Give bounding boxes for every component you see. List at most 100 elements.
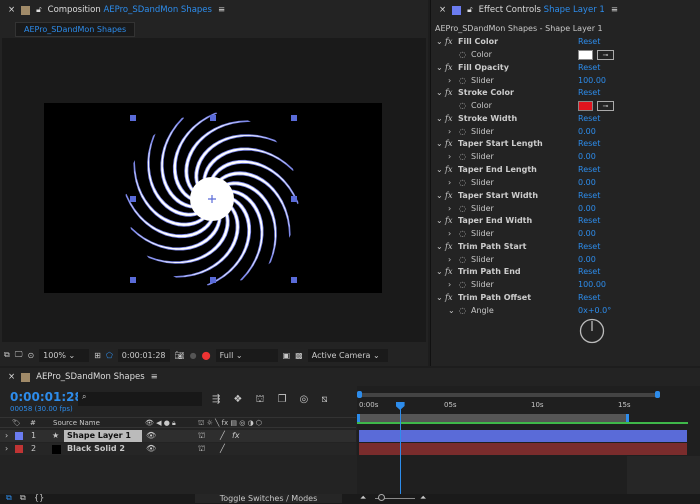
- navigator-start-handle[interactable]: [357, 391, 362, 398]
- layer-name[interactable]: Black Solid 2: [64, 443, 142, 455]
- monitor-icon[interactable]: 🖵︎: [15, 350, 23, 360]
- timeline-tab[interactable]: AEPro_SDandMon Shapes: [36, 372, 145, 382]
- snapshot-icon[interactable]: 📷︎: [175, 351, 185, 360]
- stopwatch-icon[interactable]: ◌: [459, 75, 466, 87]
- fx-icon[interactable]: fx: [445, 292, 452, 304]
- close-icon[interactable]: ×: [8, 5, 15, 15]
- layer-row[interactable]: › 1 ★ Shape Layer 1 👁︎ ⛫ ╱ fx: [0, 430, 356, 442]
- fx-icon[interactable]: fx: [445, 36, 452, 48]
- expand-chevron-icon[interactable]: ⌄: [436, 113, 443, 125]
- visibility-eye-icon[interactable]: 👁︎: [146, 443, 156, 455]
- reset-link[interactable]: Reset: [578, 266, 600, 278]
- stopwatch-icon[interactable]: ◌: [459, 177, 466, 189]
- fx-icon[interactable]: fx: [445, 62, 452, 74]
- quality-switch-icon[interactable]: ╱: [220, 430, 225, 442]
- property-value[interactable]: 0.00: [578, 151, 596, 163]
- composition-flowchart-icon[interactable]: ⇶: [212, 394, 220, 407]
- transform-handle[interactable]: [130, 196, 136, 202]
- stopwatch-icon[interactable]: ◌: [459, 49, 466, 61]
- stopwatch-icon[interactable]: ◌: [459, 305, 466, 317]
- transform-handle[interactable]: [291, 277, 297, 283]
- expand-chevron-icon[interactable]: ⌄: [436, 241, 443, 253]
- close-icon[interactable]: ×: [8, 372, 15, 382]
- close-icon[interactable]: ×: [439, 5, 446, 15]
- expand-chevron-icon[interactable]: ›: [448, 279, 451, 291]
- expand-chevron-icon[interactable]: ›: [448, 75, 451, 87]
- search-input[interactable]: ⌕: [78, 392, 202, 406]
- timecode-field[interactable]: 0:00:01:28: [117, 348, 170, 362]
- reset-link[interactable]: Reset: [578, 36, 600, 48]
- property-value[interactable]: 0.00: [578, 126, 596, 138]
- zoom-select[interactable]: 100% ⌄: [39, 348, 90, 362]
- expand-chevron-icon[interactable]: ›: [448, 126, 451, 138]
- comp-tab[interactable]: AEPro_SDandMon Shapes: [15, 22, 136, 37]
- expand-chevron-icon[interactable]: ⌄: [436, 190, 443, 202]
- menu-icon[interactable]: ≡: [218, 5, 225, 15]
- layer-bar-black-solid-2[interactable]: [359, 443, 687, 455]
- angle-dial[interactable]: [579, 318, 605, 344]
- zoom-in-icon[interactable]: ⏶: [420, 493, 426, 503]
- expand-chevron-icon[interactable]: ›: [5, 430, 8, 442]
- reset-link[interactable]: Reset: [578, 292, 600, 304]
- spiral-shape[interactable]: [44, 103, 382, 293]
- transform-handle[interactable]: [130, 115, 136, 121]
- camera-select[interactable]: Active Camera ⌄: [307, 348, 388, 362]
- property-value[interactable]: 0x+0.0°: [578, 305, 611, 317]
- layer-bar-shape-layer-1[interactable]: [359, 430, 687, 442]
- effect-fill-color[interactable]: ⌄ fx Fill Color Reset: [431, 36, 700, 48]
- region-of-interest-icon[interactable]: ▣: [283, 351, 291, 360]
- shy-icon[interactable]: ⛫: [255, 394, 264, 407]
- shy-switch-icon[interactable]: ⛫: [198, 430, 205, 442]
- shy-switch-icon[interactable]: ⛫: [198, 443, 205, 455]
- toggle-switches-modes[interactable]: Toggle Switches / Modes: [195, 494, 342, 503]
- transform-handle[interactable]: [291, 196, 297, 202]
- layer-label-color[interactable]: [15, 445, 23, 453]
- fx-icon[interactable]: fx: [445, 87, 452, 99]
- motion-blur-icon[interactable]: ◎: [300, 394, 309, 407]
- eyedropper-icon[interactable]: ⊸: [597, 101, 614, 112]
- fx-icon[interactable]: fx: [445, 164, 452, 176]
- zoom-slider-thumb[interactable]: [378, 494, 385, 501]
- show-snapshot-icon[interactable]: ●: [190, 351, 197, 360]
- color-swatch[interactable]: [578, 50, 593, 60]
- transform-handle[interactable]: [291, 115, 297, 121]
- expand-chevron-icon[interactable]: ⌄: [448, 305, 455, 317]
- effect-taper-end-width[interactable]: ⌄ fx Taper End Width Reset: [431, 215, 700, 227]
- work-area-bar[interactable]: [357, 414, 628, 422]
- layer-label-color[interactable]: [15, 432, 23, 440]
- transparency-grid-icon[interactable]: ▩: [295, 351, 303, 360]
- effect-taper-end-length[interactable]: ⌄ fx Taper End Length Reset: [431, 164, 700, 176]
- stopwatch-icon[interactable]: ◌: [459, 100, 466, 112]
- visibility-eye-icon[interactable]: 👁︎: [146, 430, 156, 442]
- effect-fill-opacity[interactable]: ⌄ fx Fill Opacity Reset: [431, 62, 700, 74]
- menu-icon[interactable]: ≡: [151, 372, 158, 382]
- expand-chevron-icon[interactable]: ⌄: [436, 292, 443, 304]
- lock-icon[interactable]: 🔓︎: [36, 5, 42, 15]
- effect-trim-path-offset[interactable]: ⌄ fx Trim Path Offset Reset: [431, 292, 700, 304]
- mask-visibility-icon[interactable]: ⬠: [106, 351, 113, 360]
- menu-icon[interactable]: ≡: [611, 5, 618, 15]
- stopwatch-icon[interactable]: ◌: [459, 151, 466, 163]
- vr-icon[interactable]: ⊙: [27, 351, 34, 360]
- effect-stroke-width[interactable]: ⌄ fx Stroke Width Reset: [431, 113, 700, 125]
- lock-icon[interactable]: 🔓︎: [467, 5, 473, 15]
- expand-chevron-icon[interactable]: ⌄: [436, 36, 443, 48]
- expand-chevron-icon[interactable]: ›: [448, 151, 451, 163]
- reset-link[interactable]: Reset: [578, 138, 600, 150]
- fx-icon[interactable]: fx: [445, 215, 452, 227]
- transform-handle[interactable]: [130, 277, 136, 283]
- effect-stroke-color[interactable]: ⌄ fx Stroke Color Reset: [431, 87, 700, 99]
- effect-taper-start-width[interactable]: ⌄ fx Taper Start Width Reset: [431, 190, 700, 202]
- stopwatch-icon[interactable]: ◌: [459, 254, 466, 266]
- reset-link[interactable]: Reset: [578, 190, 600, 202]
- reset-link[interactable]: Reset: [578, 164, 600, 176]
- graph-editor-icon[interactable]: ⧅: [321, 394, 327, 407]
- grid-icon[interactable]: ⊞: [94, 351, 101, 360]
- fx-icon[interactable]: fx: [445, 113, 452, 125]
- always-preview-icon[interactable]: ⧉: [4, 350, 10, 360]
- layer-name[interactable]: Shape Layer 1: [64, 430, 142, 442]
- transform-handle[interactable]: [210, 115, 216, 121]
- expand-chevron-icon[interactable]: ⌄: [436, 138, 443, 150]
- transfer-controls-icon[interactable]: ⧉: [20, 493, 26, 503]
- frame-blending-icon[interactable]: ❐: [278, 394, 287, 407]
